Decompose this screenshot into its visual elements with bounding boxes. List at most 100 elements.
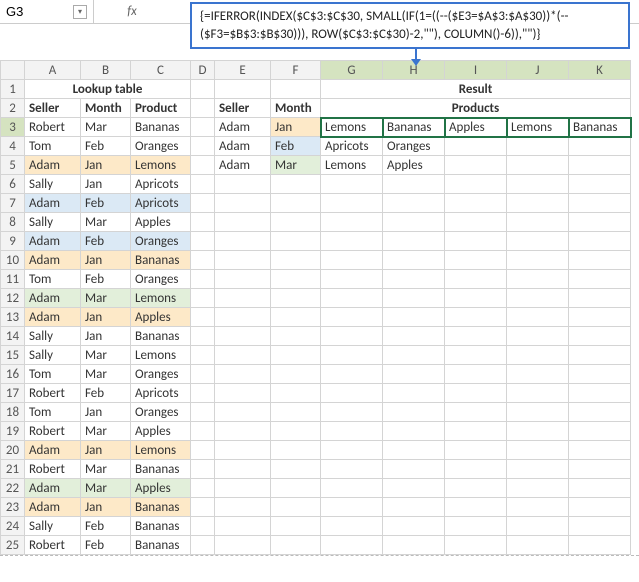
row-hdr-18[interactable]: 18 bbox=[1, 403, 25, 422]
cell-F22[interactable] bbox=[271, 479, 321, 498]
cell-F18[interactable] bbox=[271, 403, 321, 422]
crit-month[interactable]: Mar bbox=[271, 156, 321, 175]
result-cell[interactable] bbox=[569, 536, 631, 555]
lookup-product[interactable]: Lemons bbox=[131, 441, 191, 460]
result-cell[interactable] bbox=[507, 384, 569, 403]
lookup-seller[interactable]: Tom bbox=[25, 365, 81, 384]
result-cell[interactable] bbox=[321, 422, 383, 441]
lookup-product[interactable]: Bananas bbox=[131, 251, 191, 270]
lookup-product[interactable]: Apricots bbox=[131, 194, 191, 213]
cell-D6[interactable] bbox=[191, 175, 215, 194]
result-cell[interactable] bbox=[321, 384, 383, 403]
row-hdr-20[interactable]: 20 bbox=[1, 441, 25, 460]
row-hdr-9[interactable]: 9 bbox=[1, 232, 25, 251]
result-cell[interactable] bbox=[383, 517, 445, 536]
cell-D2[interactable] bbox=[191, 99, 215, 118]
col-hdr-D[interactable]: D bbox=[191, 61, 215, 80]
lookup-month[interactable]: Mar bbox=[81, 460, 131, 479]
cell-E16[interactable] bbox=[215, 365, 271, 384]
result-cell[interactable] bbox=[507, 327, 569, 346]
result-cell[interactable] bbox=[383, 365, 445, 384]
lookup-product[interactable]: Oranges bbox=[131, 137, 191, 156]
cell-D19[interactable] bbox=[191, 422, 215, 441]
cell-D5[interactable] bbox=[191, 156, 215, 175]
result-cell[interactable] bbox=[569, 156, 631, 175]
name-box-input[interactable] bbox=[6, 4, 66, 19]
row-hdr-7[interactable]: 7 bbox=[1, 194, 25, 213]
lookup-seller[interactable]: Robert bbox=[25, 422, 81, 441]
row-hdr-12[interactable]: 12 bbox=[1, 289, 25, 308]
result-cell[interactable] bbox=[321, 251, 383, 270]
result-cell[interactable] bbox=[445, 498, 507, 517]
cell-D18[interactable] bbox=[191, 403, 215, 422]
lookup-product[interactable]: Oranges bbox=[131, 270, 191, 289]
row-hdr-19[interactable]: 19 bbox=[1, 422, 25, 441]
cell-D24[interactable] bbox=[191, 517, 215, 536]
result-cell[interactable] bbox=[445, 441, 507, 460]
cell-F19[interactable] bbox=[271, 422, 321, 441]
lookup-product[interactable]: Apples bbox=[131, 308, 191, 327]
lookup-month[interactable]: Mar bbox=[81, 479, 131, 498]
result-cell[interactable] bbox=[383, 270, 445, 289]
result-cell[interactable] bbox=[507, 460, 569, 479]
cell-E7[interactable] bbox=[215, 194, 271, 213]
cell-D11[interactable] bbox=[191, 270, 215, 289]
result-cell[interactable] bbox=[383, 498, 445, 517]
lookup-product[interactable]: Lemons bbox=[131, 346, 191, 365]
col-hdr-B[interactable]: B bbox=[81, 61, 131, 80]
result-cell[interactable] bbox=[445, 137, 507, 156]
lookup-month[interactable]: Feb bbox=[81, 137, 131, 156]
cell-E11[interactable] bbox=[215, 270, 271, 289]
cell-D17[interactable] bbox=[191, 384, 215, 403]
result-cell[interactable] bbox=[569, 479, 631, 498]
cell-D22[interactable] bbox=[191, 479, 215, 498]
lookup-seller[interactable]: Sally bbox=[25, 327, 81, 346]
result-cell[interactable] bbox=[569, 289, 631, 308]
cell-E23[interactable] bbox=[215, 498, 271, 517]
lookup-seller[interactable]: Adam bbox=[25, 156, 81, 175]
result-cell[interactable]: Lemons bbox=[321, 118, 383, 137]
result-cell[interactable] bbox=[507, 175, 569, 194]
result-cell[interactable] bbox=[445, 308, 507, 327]
result-cell[interactable] bbox=[445, 365, 507, 384]
cell-D1[interactable] bbox=[191, 80, 215, 99]
row-hdr-4[interactable]: 4 bbox=[1, 137, 25, 156]
result-cell[interactable] bbox=[569, 213, 631, 232]
result-cell[interactable]: Lemons bbox=[321, 156, 383, 175]
row-hdr-10[interactable]: 10 bbox=[1, 251, 25, 270]
cell-E1[interactable] bbox=[215, 80, 271, 99]
result-cell[interactable] bbox=[321, 270, 383, 289]
result-cell[interactable] bbox=[445, 194, 507, 213]
result-cell[interactable] bbox=[321, 175, 383, 194]
cell-F16[interactable] bbox=[271, 365, 321, 384]
result-cell[interactable] bbox=[569, 327, 631, 346]
result-cell[interactable] bbox=[507, 289, 569, 308]
lookup-month[interactable]: Feb bbox=[81, 232, 131, 251]
col-hdr-C[interactable]: C bbox=[131, 61, 191, 80]
result-cell[interactable] bbox=[321, 346, 383, 365]
lookup-month[interactable]: Feb bbox=[81, 536, 131, 555]
result-cell[interactable] bbox=[569, 137, 631, 156]
lookup-seller[interactable]: Adam bbox=[25, 232, 81, 251]
lookup-month[interactable]: Jan bbox=[81, 403, 131, 422]
lookup-month[interactable]: Jan bbox=[81, 327, 131, 346]
lookup-seller[interactable]: Robert bbox=[25, 118, 81, 137]
cell-E10[interactable] bbox=[215, 251, 271, 270]
result-cell[interactable] bbox=[383, 384, 445, 403]
result-cell[interactable] bbox=[383, 194, 445, 213]
lookup-product[interactable]: Oranges bbox=[131, 365, 191, 384]
result-cell[interactable] bbox=[569, 308, 631, 327]
cell-F21[interactable] bbox=[271, 460, 321, 479]
cell-F24[interactable] bbox=[271, 517, 321, 536]
lookup-seller[interactable]: Sally bbox=[25, 346, 81, 365]
cell-E17[interactable] bbox=[215, 384, 271, 403]
cell-D21[interactable] bbox=[191, 460, 215, 479]
result-cell[interactable] bbox=[321, 194, 383, 213]
cell-F15[interactable] bbox=[271, 346, 321, 365]
cell-D10[interactable] bbox=[191, 251, 215, 270]
result-cell[interactable] bbox=[507, 403, 569, 422]
cell-D14[interactable] bbox=[191, 327, 215, 346]
result-cell[interactable] bbox=[507, 213, 569, 232]
lookup-month[interactable]: Mar bbox=[81, 346, 131, 365]
cell-F20[interactable] bbox=[271, 441, 321, 460]
